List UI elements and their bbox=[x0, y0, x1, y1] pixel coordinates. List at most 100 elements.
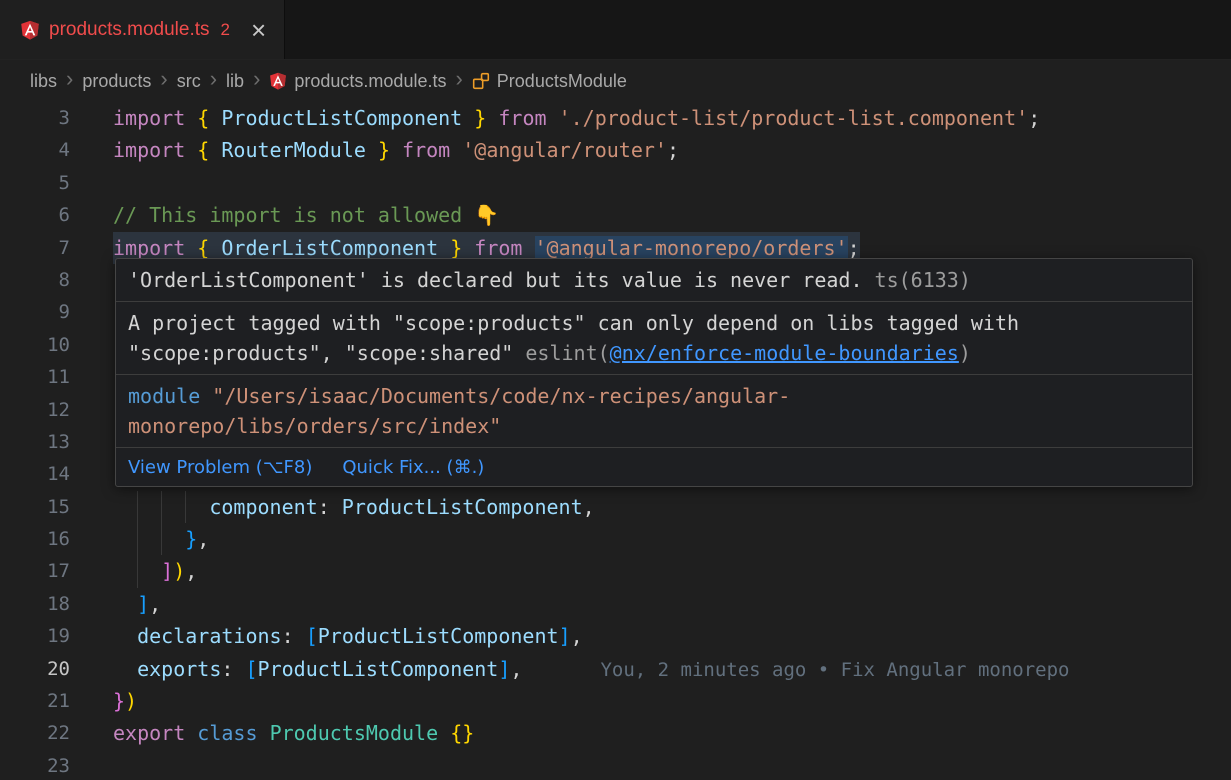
breadcrumb-item-productsmodule[interactable]: ProductsModule bbox=[472, 71, 627, 92]
hover-text: "/Users/isaac/Documents/code/nx-recipes/… bbox=[212, 384, 790, 408]
line-number[interactable]: 15 bbox=[0, 491, 70, 523]
code-token bbox=[113, 657, 137, 681]
editor-tab[interactable]: products.module.ts 2 × bbox=[0, 0, 285, 59]
code-token: [ bbox=[245, 657, 257, 681]
code-token: from bbox=[498, 106, 546, 130]
line-content bbox=[70, 167, 1231, 199]
code-token bbox=[185, 106, 197, 130]
line-number[interactable]: 5 bbox=[0, 167, 70, 199]
quick-fix-action[interactable]: Quick Fix... (⌘.) bbox=[342, 457, 484, 478]
code-line-22[interactable]: 22export class ProductsModule {} bbox=[0, 717, 1231, 749]
line-number[interactable]: 20 bbox=[0, 653, 70, 685]
code-line-5[interactable]: 5 bbox=[0, 167, 1231, 199]
breadcrumb-item-products-module-ts[interactable]: products.module.ts bbox=[269, 71, 446, 92]
line-number[interactable]: 10 bbox=[0, 329, 70, 361]
line-number[interactable]: 12 bbox=[0, 394, 70, 426]
code-line-23[interactable]: 23 bbox=[0, 750, 1231, 780]
code-token: ; bbox=[667, 138, 679, 162]
code-token: from bbox=[474, 236, 522, 260]
code-token bbox=[185, 721, 197, 745]
hover-text: monorepo/libs/orders/src/index" bbox=[128, 414, 501, 438]
line-number[interactable]: 7 bbox=[0, 232, 70, 264]
code-token: import bbox=[113, 106, 185, 130]
code-line-17[interactable]: 17 ]), bbox=[0, 555, 1231, 587]
line-number[interactable]: 17 bbox=[0, 555, 70, 587]
view-problem-action[interactable]: View Problem (⌥F8) bbox=[128, 457, 312, 478]
code-token bbox=[209, 106, 221, 130]
code-token bbox=[390, 138, 402, 162]
code-token bbox=[486, 106, 498, 130]
code-token: ; bbox=[848, 236, 860, 260]
tab-filename: products.module.ts bbox=[49, 19, 210, 41]
line-number[interactable]: 14 bbox=[0, 458, 70, 490]
code-line-16[interactable]: 16 }, bbox=[0, 523, 1231, 555]
line-number[interactable]: 19 bbox=[0, 620, 70, 652]
line-number[interactable]: 3 bbox=[0, 102, 70, 134]
code-token: : bbox=[221, 657, 245, 681]
code-line-19[interactable]: 19 declarations: [ProductListComponent], bbox=[0, 620, 1231, 652]
breadcrumb-item-lib[interactable]: lib bbox=[226, 71, 244, 92]
breadcrumb-label: products.module.ts bbox=[294, 71, 446, 92]
indent-guide bbox=[137, 555, 138, 587]
diagnostic-hover: 'OrderListComponent' is declared but its… bbox=[115, 258, 1193, 487]
breadcrumb-item-products[interactable]: products bbox=[82, 71, 151, 92]
breadcrumb-separator: › bbox=[253, 68, 260, 90]
breadcrumb-item-src[interactable]: src bbox=[177, 71, 201, 92]
code-token: } bbox=[378, 138, 390, 162]
hover-message-line: A project tagged with "scope:products" c… bbox=[128, 308, 1180, 338]
line-content: // This import is not allowed 👇 bbox=[70, 199, 1231, 231]
code-token bbox=[438, 236, 450, 260]
line-content: export class ProductsModule {} bbox=[70, 717, 1231, 749]
code-line-15[interactable]: 15 component: ProductListComponent, bbox=[0, 491, 1231, 523]
line-content bbox=[70, 750, 1231, 780]
tab-bar: products.module.ts 2 × bbox=[0, 0, 1231, 60]
line-number[interactable]: 4 bbox=[0, 134, 70, 166]
line-number[interactable]: 22 bbox=[0, 717, 70, 749]
line-number[interactable]: 13 bbox=[0, 426, 70, 458]
line-number[interactable]: 21 bbox=[0, 685, 70, 717]
breadcrumb-label: products bbox=[82, 71, 151, 92]
breadcrumb-separator: › bbox=[455, 68, 462, 90]
code-line-4[interactable]: 4import { RouterModule } from '@angular/… bbox=[0, 134, 1231, 166]
code-token: export bbox=[113, 721, 185, 745]
line-content: ], bbox=[70, 588, 1231, 620]
hover-message-line: module "/Users/isaac/Documents/code/nx-r… bbox=[128, 381, 1180, 411]
hover-actions: View Problem (⌥F8) Quick Fix... (⌘.) bbox=[116, 448, 1192, 486]
code-token: ] bbox=[137, 592, 149, 616]
code-token: '@angular/router' bbox=[462, 138, 667, 162]
code-token bbox=[209, 236, 221, 260]
line-number[interactable]: 8 bbox=[0, 264, 70, 296]
line-number[interactable]: 16 bbox=[0, 523, 70, 555]
code-line-3[interactable]: 3import { ProductListComponent } from '.… bbox=[0, 102, 1231, 134]
code-token bbox=[462, 236, 474, 260]
breadcrumb-label: libs bbox=[30, 71, 57, 92]
code-line-6[interactable]: 6// This import is not allowed 👇 bbox=[0, 199, 1231, 231]
line-number[interactable]: 11 bbox=[0, 361, 70, 393]
line-content: import { ProductListComponent } from './… bbox=[70, 102, 1231, 134]
code-line-18[interactable]: 18 ], bbox=[0, 588, 1231, 620]
line-number[interactable]: 18 bbox=[0, 588, 70, 620]
close-icon[interactable]: × bbox=[251, 17, 266, 43]
line-number[interactable]: 23 bbox=[0, 750, 70, 780]
line-number[interactable]: 9 bbox=[0, 296, 70, 328]
code-token: { bbox=[197, 106, 209, 130]
indent-guide bbox=[137, 491, 138, 523]
nx-enforce-module-boundaries-link[interactable]: @nx/enforce-module-boundaries bbox=[610, 341, 959, 365]
code-token: from bbox=[402, 138, 450, 162]
code-token bbox=[450, 138, 462, 162]
code-token bbox=[462, 106, 474, 130]
indent-guide bbox=[161, 523, 162, 555]
code-token bbox=[258, 721, 270, 745]
code-token: ] bbox=[559, 624, 571, 648]
breadcrumb-separator: › bbox=[210, 68, 217, 90]
hover-section-diagnostic: 'OrderListComponent' is declared but its… bbox=[116, 259, 1192, 302]
code-token bbox=[522, 236, 534, 260]
code-token: exports bbox=[137, 657, 221, 681]
code-token bbox=[113, 527, 185, 551]
line-number[interactable]: 6 bbox=[0, 199, 70, 231]
code-token: , bbox=[197, 527, 209, 551]
code-line-20[interactable]: 20 exports: [ProductListComponent],You, … bbox=[0, 653, 1231, 685]
code-line-21[interactable]: 21}) bbox=[0, 685, 1231, 717]
breadcrumb-item-libs[interactable]: libs bbox=[30, 71, 57, 92]
indent-guide bbox=[137, 523, 138, 555]
